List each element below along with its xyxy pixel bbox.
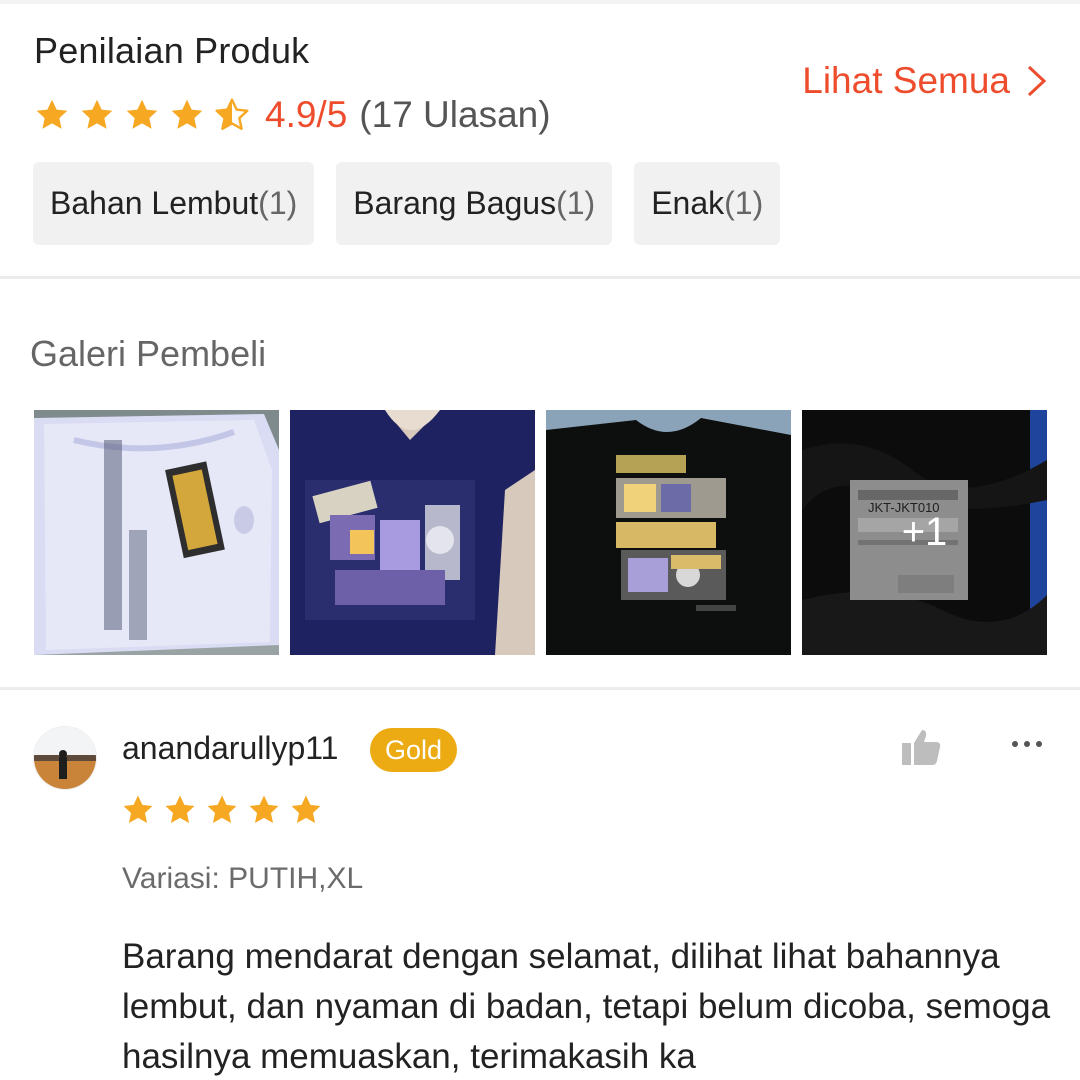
tag-bahan-lembut[interactable]: Bahan Lembut (1) (33, 162, 315, 245)
tag-barang-bagus[interactable]: Barang Bagus (1) (336, 162, 613, 245)
gallery-thumbnails: JKT-JKT010 +1 (34, 410, 1058, 655)
rating-summary: Penilaian Produk Lihat Semua 4.9/5 (17 U… (0, 0, 1080, 278)
tag-label: Enak (651, 185, 725, 221)
see-all-link[interactable]: Lihat Semua (802, 60, 1048, 102)
gallery-thumb-white-shirt[interactable] (34, 410, 279, 655)
rating-score: 4.9/5 (265, 94, 348, 135)
gallery-title: Galeri Pembeli (30, 333, 267, 374)
thumbs-up-icon[interactable] (900, 726, 942, 768)
reviewer-username[interactable]: anandarullyp11 (122, 730, 338, 767)
tag-count: (1) (556, 185, 596, 221)
tag-count: (1) (258, 185, 298, 221)
black-shirt-photo (546, 410, 791, 655)
product-variant: Variasi: PUTIH,XL (122, 862, 364, 895)
rating-stars (34, 97, 259, 133)
avatar[interactable] (33, 726, 97, 790)
star-icon (165, 795, 195, 824)
section-title: Penilaian Produk (34, 30, 310, 71)
star-icon (81, 99, 113, 129)
rating-row: 4.9/5 (17 Ulasan) (34, 92, 551, 138)
review-tags: Bahan Lembut (1) Barang Bagus (1) Enak (1) (33, 162, 802, 245)
tag-enak[interactable]: Enak (1) (634, 162, 781, 245)
gallery-thumb-package[interactable]: JKT-JKT010 +1 (802, 410, 1047, 655)
tag-label: Barang Bagus (353, 185, 557, 221)
review-count: (17 Ulasan) (359, 94, 551, 135)
member-badge: Gold (370, 728, 458, 772)
half-star-icon (215, 98, 249, 130)
star-icon (126, 99, 158, 129)
star-icon (171, 99, 203, 129)
buyer-gallery: Galeri Pembeli JKT-JKT010 +1 (0, 281, 1080, 686)
star-icon (249, 795, 279, 824)
review-stars (121, 793, 331, 827)
gallery-thumb-navy-shirt[interactable] (290, 410, 535, 655)
gallery-thumb-black-shirt[interactable] (546, 410, 791, 655)
section-divider (0, 276, 1080, 279)
see-all-label: Lihat Semua (802, 60, 1010, 101)
review-item: anandarullyp11 Gold Variasi: PUTIH,XL Ba… (0, 690, 1080, 1080)
review-text: Barang mendarat dengan selamat, dilihat … (122, 937, 1051, 1076)
tag-label: Bahan Lembut (50, 185, 259, 221)
star-icon (36, 99, 68, 129)
star-icon (123, 795, 153, 824)
white-shirt-photo (34, 410, 279, 655)
tag-count: (1) (724, 185, 764, 221)
navy-shirt-photo (290, 410, 535, 655)
more-photos-overlay: +1 (802, 410, 1047, 655)
star-icon (207, 795, 237, 824)
avatar-image (34, 727, 96, 789)
more-options-icon[interactable] (1010, 734, 1044, 754)
chevron-right-icon (1027, 65, 1047, 97)
star-icon (291, 795, 321, 824)
